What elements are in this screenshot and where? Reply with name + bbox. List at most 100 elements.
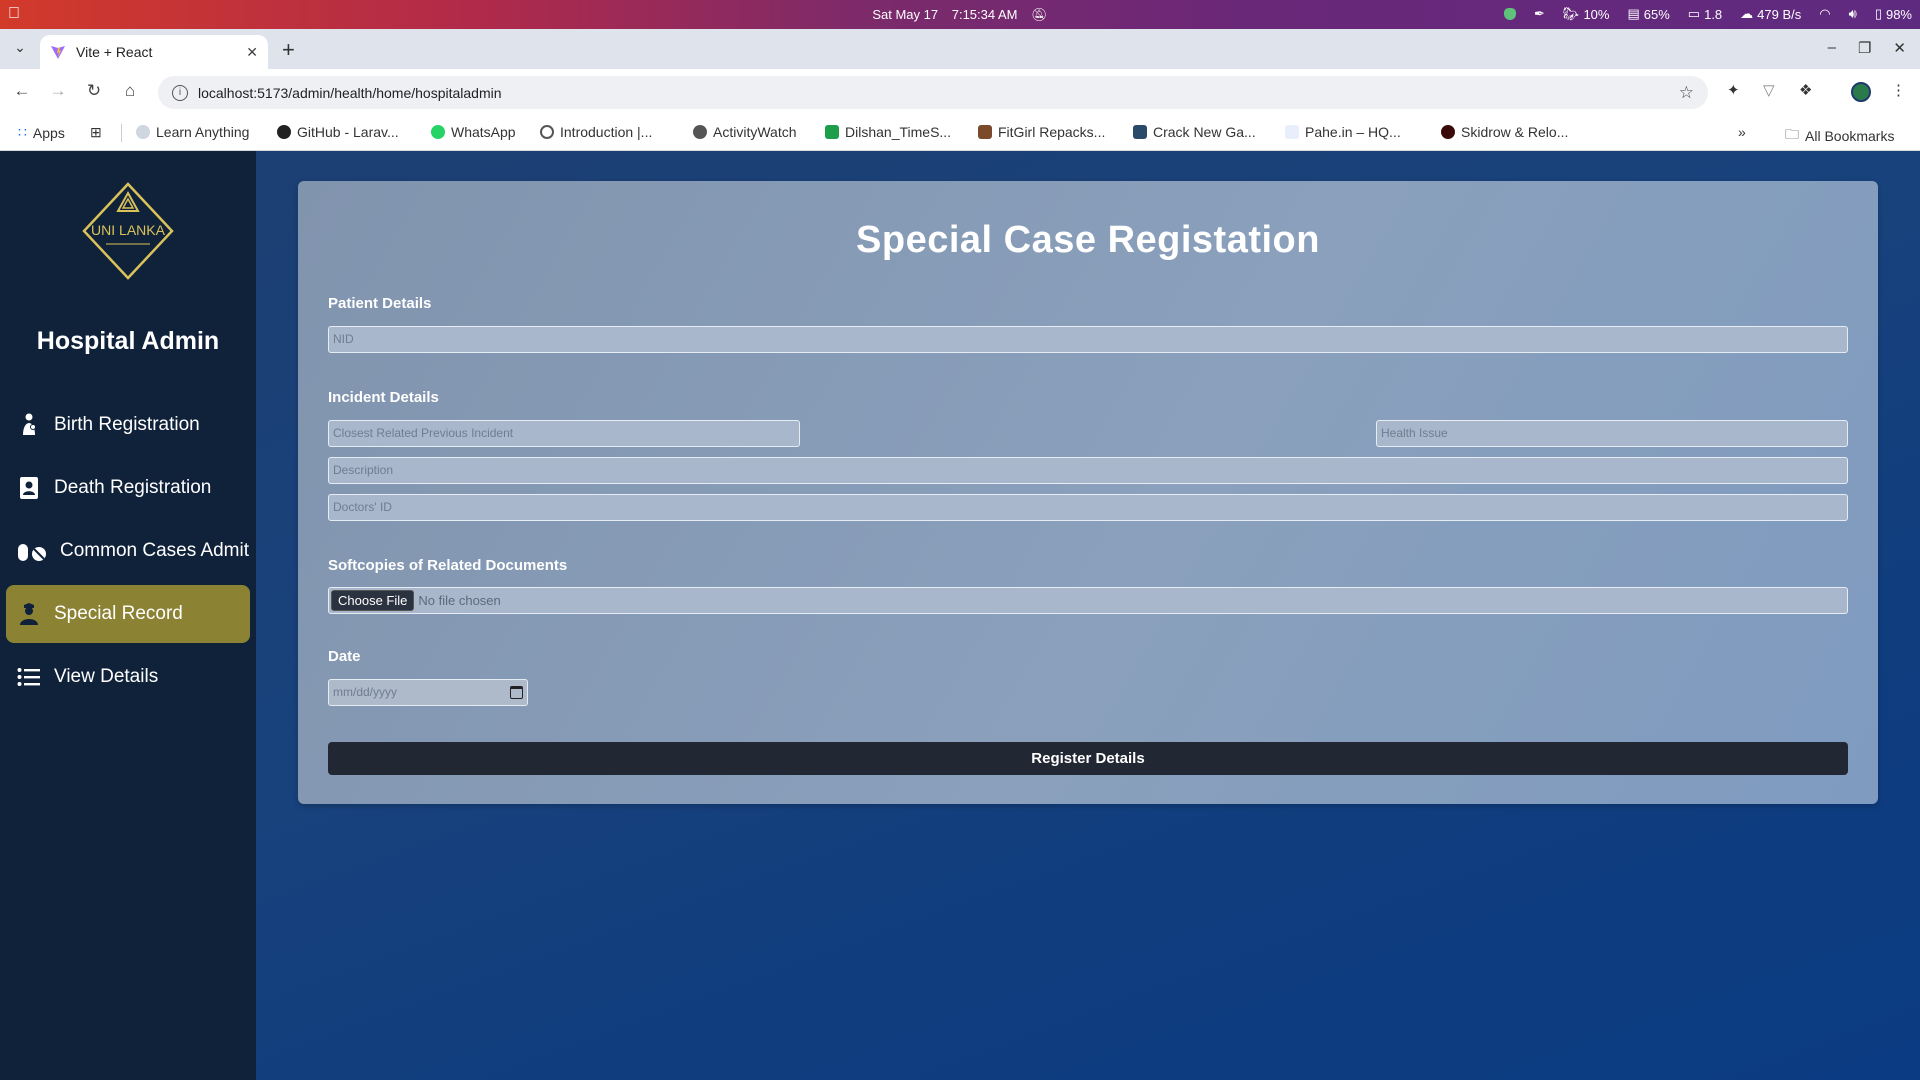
bookmark-separator [121,124,122,142]
cpu-value: 10% [1583,6,1610,22]
svg-text:UNI LANKA: UNI LANKA [91,222,166,238]
bookmark-label: Introduction |... [560,124,653,140]
network-indicator[interactable]: ☁ 479 B/s [1740,6,1801,22]
nid-input[interactable]: NID [328,326,1848,353]
new-tab-icon[interactable]: + [282,37,295,63]
volume-icon[interactable]: 🔊︎ [1849,6,1857,22]
load-indicator[interactable]: ▭ 1.8 [1688,6,1722,22]
window-controls: – ❐ ✕ [1828,39,1906,57]
all-bookmarks-label: All Bookmarks [1805,128,1895,144]
sidebar-item-special-record[interactable]: Special Record [6,585,250,643]
bookmark-apps[interactable]: ∷ Apps [18,124,65,141]
pills-icon [16,538,48,564]
sidebar-item-label: View Details [54,666,159,687]
description-input[interactable]: Description [328,457,1848,484]
all-bookmarks[interactable]: 🗀︎ All Bookmarks [1785,124,1894,148]
reload-icon[interactable]: ↻ [83,81,105,101]
cpu-icon: 🐎︎ [1562,6,1580,21]
sidebar-item-birth-registration[interactable]: Birth Registration [6,396,250,454]
bookmark-pahe[interactable]: Pahe.in – HQ... [1285,124,1401,140]
document-file-input[interactable]: Choose File No file chosen [328,587,1848,614]
home-icon[interactable]: ⌂ [119,81,141,101]
extensions-puzzle-icon[interactable]: ❖ [1799,81,1812,99]
shield-icon[interactable] [1504,8,1517,20]
os-top-bar:  Sat May 17 7:15:34 AM 🔕︎ ✒ 🐎︎10% ▤65% … [0,0,1920,29]
person-baby-icon [16,412,42,438]
page-title: Special Case Registation [856,219,1320,261]
bookmark-whatsapp[interactable]: WhatsApp [431,124,516,140]
memory-value: 65% [1643,6,1670,22]
vue-devtools-icon[interactable]: ▽ [1763,81,1775,99]
bookmarks-overflow-icon[interactable]: » [1738,124,1746,140]
os-tray: ✒ 🐎︎ 10% ▤ 65% ▭ 1.8 ☁ 479 B/s ◠ 🔊︎ ▯ 98% [1504,6,1912,22]
health-issue-input[interactable]: Health Issue [1376,420,1848,447]
tab-groups-icon[interactable]: ⊞ [90,124,102,141]
sidebar-item-death-registration[interactable]: Death Registration [6,459,250,517]
tab-search-chevron-icon[interactable]: ⌄ [10,39,30,59]
file-status: No file chosen [418,593,501,608]
os-date: Sat May 17 [872,7,939,22]
patient-details-label: Patient Details [328,295,432,312]
bookmark-star-icon[interactable]: ☆ [1679,83,1694,103]
restore-icon[interactable]: ❐ [1858,39,1871,57]
app-root: UNI LANKA Hospital Admin Birth Registrat… [0,151,1920,1080]
cpu-indicator[interactable]: 🐎︎ 10% [1563,6,1610,22]
memory-icon: ▤ [1627,6,1640,21]
calendar-icon[interactable] [510,686,523,699]
bookmark-github[interactable]: GitHub - Larav... [277,124,399,140]
date-placeholder: mm/dd/yyyy [333,685,398,699]
fitgirl-icon [978,125,992,139]
doctors-id-input[interactable]: Doctors' ID [328,494,1848,521]
profile-avatar[interactable] [1851,82,1871,102]
choose-file-button[interactable]: Choose File [331,590,415,611]
browser-tab[interactable]: Vite + React ✕ [40,35,268,69]
battery-value: 98% [1885,6,1912,22]
color-picker-icon[interactable]: ✒ [1534,6,1545,22]
sidebar-item-view-details[interactable]: View Details [6,648,250,706]
special-case-form: Special Case Registation Patient Details… [298,181,1878,804]
bookmark-fitgirl[interactable]: FitGirl Repacks... [978,124,1105,140]
browser-toolbar: ← → ↻ ⌂ i localhost:5173/admin/health/ho… [0,69,1920,115]
document-person-icon [16,475,42,501]
minimize-icon[interactable]: – [1828,39,1836,57]
incident-details-label: Incident Details [328,389,439,406]
battery-icon: ▯ [1874,6,1882,21]
memory-indicator[interactable]: ▤ 65% [1627,6,1669,22]
tab-title: Vite + React [76,44,153,60]
bookmark-activitywatch[interactable]: ActivityWatch [693,124,797,140]
bookmark-label: Learn Anything [156,124,250,140]
close-window-icon[interactable]: ✕ [1893,39,1906,57]
whatsapp-icon [431,125,445,139]
extension-icon[interactable]: ✦ [1727,81,1740,99]
os-time: 7:15:34 AM [951,7,1018,22]
forward-icon[interactable]: → [47,81,69,101]
crack-icon [1133,125,1147,139]
register-details-button[interactable]: Register Details [328,742,1848,775]
activitywatch-icon [693,125,707,139]
bookmark-label: Dilshan_TimeS... [845,124,952,140]
bookmark-introduction[interactable]: Introduction |... [540,124,652,140]
network-value: 479 B/s [1757,6,1802,22]
skidrow-icon [1441,125,1455,139]
date-input[interactable]: mm/dd/yyyy [328,679,528,706]
bookmark-label: ActivityWatch [713,124,797,140]
url-text: localhost:5173/admin/health/home/hospita… [198,84,502,101]
back-icon[interactable]: ← [11,81,33,101]
sidebar-item-common-cases-admit[interactable]: Common Cases Admit [6,522,250,580]
bookmark-learn-anything[interactable]: Learn Anything [136,124,249,140]
pahe-icon [1285,125,1299,139]
previous-incident-input[interactable]: Closest Related Previous Incident [328,420,800,447]
address-bar[interactable]: i localhost:5173/admin/health/home/hospi… [158,76,1708,109]
battery-indicator[interactable]: ▯ 98% [1875,6,1912,22]
bookmark-skidrow[interactable]: Skidrow & Relo... [1441,124,1568,140]
site-info-icon[interactable]: i [172,84,188,101]
bookmark-dilshan[interactable]: Dilshan_TimeS... [825,124,951,140]
browser-menu-icon[interactable]: ⋮ [1891,81,1906,99]
bookmark-crack-new-games[interactable]: Crack New Ga... [1133,124,1256,140]
tab-strip: ⌄ Vite + React ✕ + – ❐ ✕ [0,29,1920,69]
cloud-icon: ☁ [1740,6,1754,21]
documents-label: Softcopies of Related Documents [328,557,568,574]
tab-close-icon[interactable]: ✕ [246,44,258,61]
sheets-icon [825,125,839,139]
wifi-icon[interactable]: ◠ [1819,6,1830,22]
